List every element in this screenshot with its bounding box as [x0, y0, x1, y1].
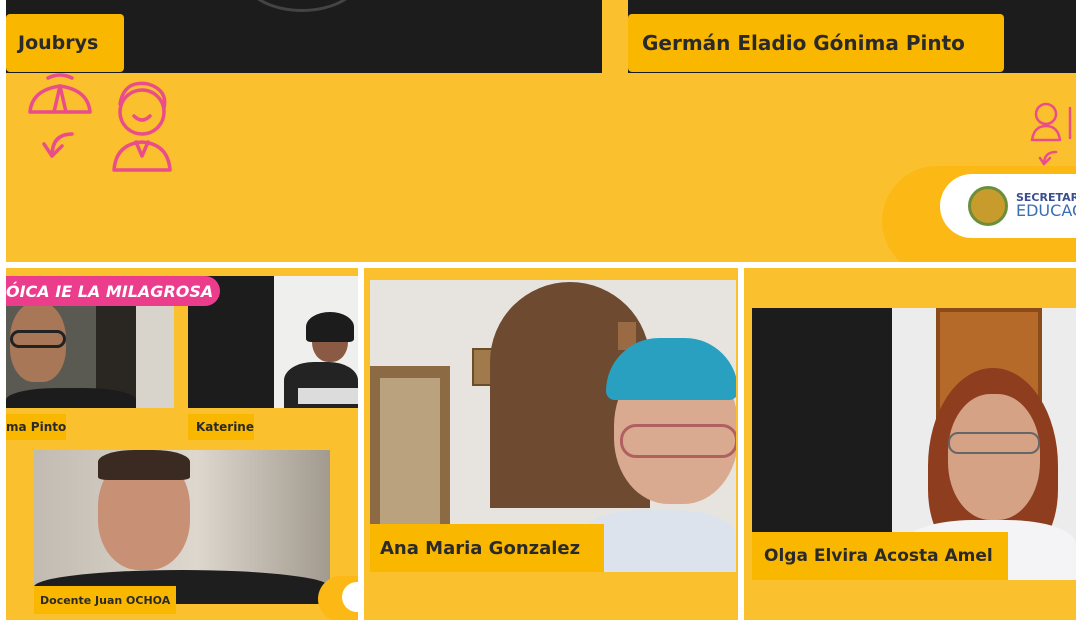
participant-name: Docente Juan OCHOA	[40, 593, 171, 607]
participant-name-tag: ma Pinto	[6, 414, 66, 440]
people-exchange-icon	[28, 73, 172, 172]
banner-text: ÓICA IE LA MILAGROSA	[6, 281, 214, 301]
participant-name: ma Pinto	[6, 420, 67, 434]
participant-name: Joubrys	[18, 32, 99, 54]
participant-name-tag: Katerine	[188, 414, 254, 440]
participant-name: Katerine	[196, 420, 254, 434]
glasses	[948, 432, 1040, 454]
participant-name-tag: Germán Eladio Gónima Pinto	[628, 14, 1004, 72]
bottom-right-panel: Olga Elvira Acosta Amel	[744, 268, 1076, 620]
participant-name-tag: Olga Elvira Acosta Amel	[752, 532, 1008, 580]
bottom-left-panel: ÓICA IE LA MILAGROSA ma Pinto Katerine D…	[6, 268, 358, 620]
video-tile-juan-ochoa[interactable]	[34, 450, 330, 604]
crest-icon	[968, 186, 1008, 226]
participant-name: Ana Maria Gonzalez	[380, 537, 581, 559]
top-panel: Joubrys Germán Eladio Gónima Pinto SECRE…	[6, 0, 1076, 262]
glasses	[10, 330, 66, 348]
participant-name-tag: Ana Maria Gonzalez	[370, 524, 604, 572]
participant-name: Germán Eladio Gónima Pinto	[642, 31, 965, 55]
participant-name: Olga Elvira Acosta Amel	[764, 546, 993, 566]
people-exchange-icon	[1030, 102, 1072, 166]
participant-name-tag: Joubrys	[6, 14, 124, 72]
logo-line-2: EDUCAC	[1016, 201, 1076, 221]
glasses	[620, 424, 736, 458]
school-banner: ÓICA IE LA MILAGROSA	[6, 276, 220, 306]
secretaria-logo: SECRETARÍ EDUCAC	[940, 174, 1076, 238]
participant-name-tag: Docente Juan OCHOA	[34, 586, 176, 614]
person-head	[948, 394, 1040, 520]
bottom-center-panel: Ana Maria Gonzalez	[364, 268, 738, 620]
